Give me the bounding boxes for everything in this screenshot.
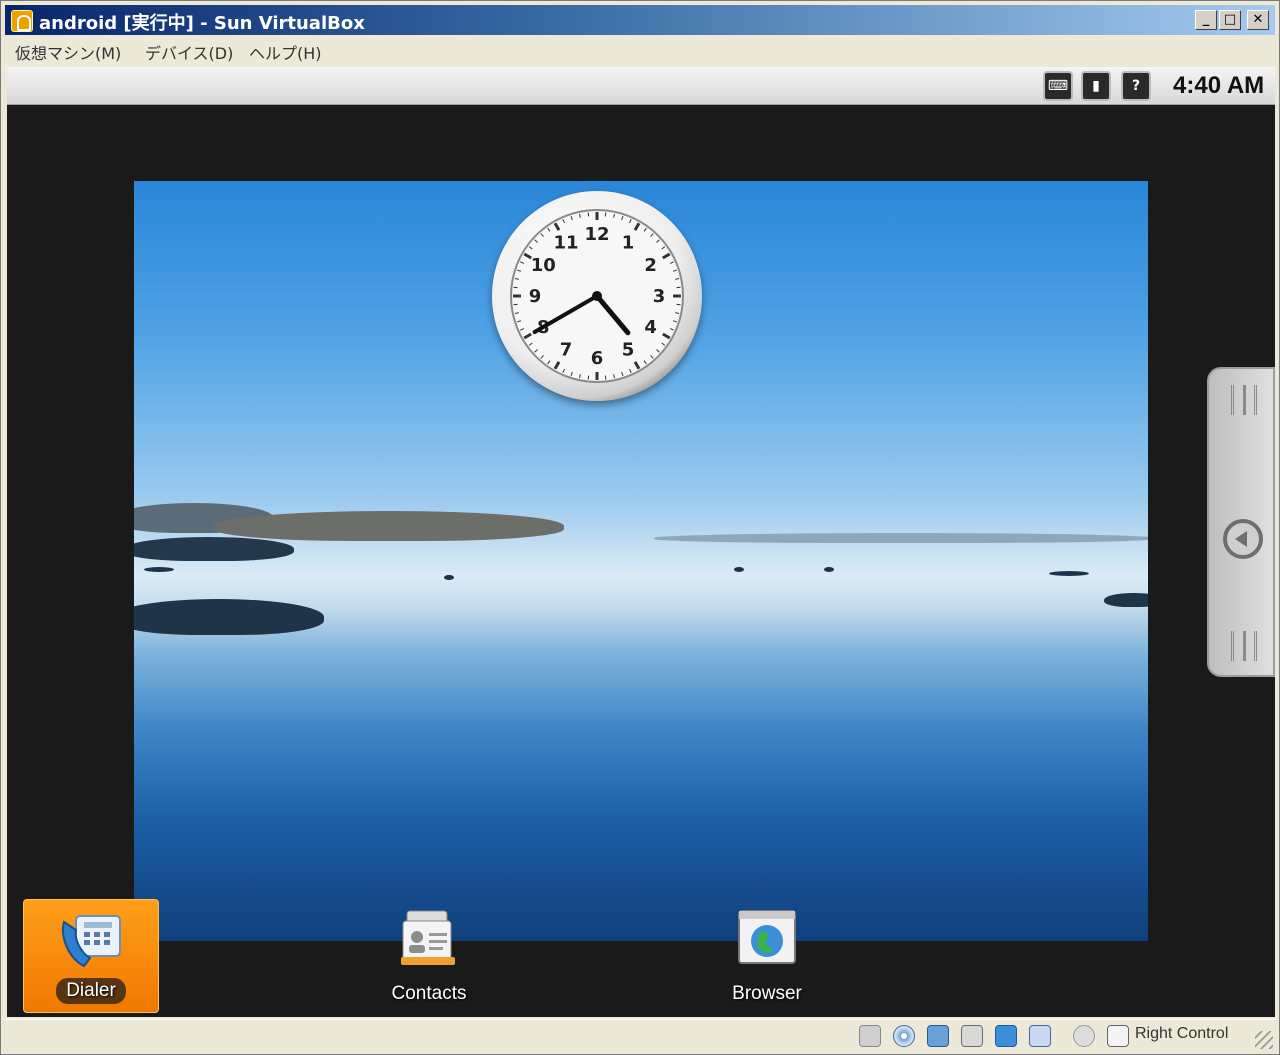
virtualbox-window: android [実行中] - Sun VirtualBox _ □ ✕ 仮想マ… [0, 0, 1280, 1055]
app-label-dialer: Dialer [56, 978, 126, 1004]
island [1104, 593, 1148, 607]
globe-icon [738, 910, 796, 964]
mouse-integration-icon[interactable] [1073, 1025, 1095, 1047]
drawer-grip-bottom [1231, 631, 1257, 661]
cd-icon[interactable] [893, 1025, 915, 1047]
menu-bar: 仮想マシン(M) デバイス(D) ヘルプ(H) [5, 37, 1275, 63]
app-label-contacts: Contacts [391, 983, 467, 1004]
keyboard-icon: ⌨ [1043, 71, 1073, 101]
host-key-icon [1107, 1025, 1129, 1047]
dialer-app[interactable]: Dialer [23, 899, 159, 1013]
clock-number: 1 [622, 232, 635, 253]
app-drawer-handle[interactable] [1207, 367, 1275, 677]
rock [444, 575, 454, 580]
drawer-grip-top [1231, 385, 1257, 415]
display-icon[interactable] [1029, 1025, 1051, 1047]
menu-help[interactable]: ヘルプ(H) [249, 40, 322, 64]
network-icon[interactable] [927, 1025, 949, 1047]
island [214, 511, 564, 541]
clock-number: 7 [560, 340, 573, 361]
virtualbox-status-bar: Right Control [5, 1019, 1277, 1051]
island [654, 533, 1148, 543]
clock-number: 9 [529, 286, 542, 307]
usb-icon[interactable] [961, 1025, 983, 1047]
window-title: android [実行中] - Sun VirtualBox [39, 13, 365, 34]
menu-machine[interactable]: 仮想マシン(M) [15, 40, 121, 64]
clock-number: 5 [622, 340, 635, 361]
resize-grip[interactable] [1255, 1031, 1273, 1049]
android-status-bar[interactable]: ⌨ ▮ ? 4:40 AM [7, 67, 1275, 105]
close-button[interactable]: ✕ [1247, 10, 1269, 30]
maximize-button[interactable]: □ [1219, 10, 1241, 30]
shared-folder-icon[interactable] [995, 1025, 1017, 1047]
island [134, 599, 324, 635]
rock [144, 567, 174, 572]
signal-icon: ▮ [1081, 71, 1111, 101]
clock-number: 6 [591, 348, 604, 369]
analog-clock-widget[interactable]: 121234567891011 [492, 191, 702, 401]
clock-number: 10 [531, 255, 556, 276]
contacts-app[interactable]: Contacts [361, 899, 497, 1013]
rock [1049, 571, 1089, 576]
help-icon: ? [1121, 71, 1151, 101]
island [134, 537, 294, 561]
clock-number: 11 [553, 232, 578, 253]
virtualbox-app-icon [11, 10, 33, 32]
menu-devices[interactable]: デバイス(D) [145, 40, 233, 64]
browser-app[interactable]: Browser [699, 899, 835, 1013]
phone-icon [62, 915, 121, 968]
clock-number: 4 [644, 317, 657, 338]
clock-number: 12 [584, 224, 609, 245]
android-screen: 121234567891011 Dialer [7, 105, 1275, 1017]
app-label-browser: Browser [732, 983, 802, 1004]
left-arrow-icon [1223, 519, 1263, 559]
minimize-button[interactable]: _ [1195, 10, 1217, 30]
host-key-label: Right Control [1135, 1025, 1229, 1042]
title-bar[interactable]: android [実行中] - Sun VirtualBox _ □ ✕ [5, 5, 1275, 35]
rock [824, 567, 834, 572]
hard-disk-icon[interactable] [859, 1025, 881, 1047]
contacts-icon [401, 910, 455, 965]
clock-number: 3 [653, 286, 666, 307]
clock-number: 2 [644, 255, 657, 276]
status-time: 4:40 AM [1173, 72, 1265, 99]
rock [734, 567, 744, 572]
